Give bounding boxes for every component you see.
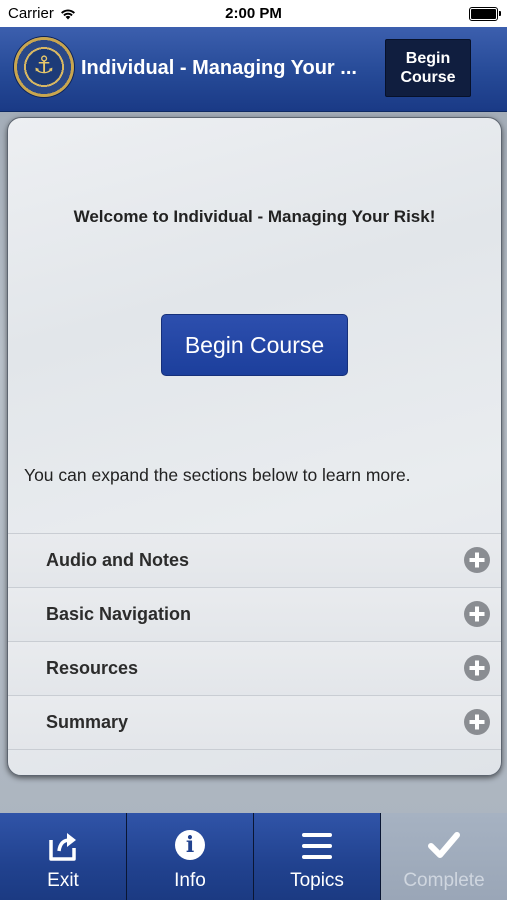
sections-accordion: Audio and Notes Basic Navigation Resourc… — [8, 533, 501, 750]
page-title: Individual - Managing Your ... — [81, 57, 357, 79]
tab-exit[interactable]: Exit — [0, 813, 127, 900]
tab-info[interactable]: i Info — [127, 813, 254, 900]
navy-seal-logo: ⚓ — [14, 37, 74, 97]
tab-complete[interactable]: Complete — [381, 813, 507, 900]
status-time: 2:00 PM — [225, 5, 282, 22]
intro-text: You can expand the sections below to lea… — [24, 465, 411, 485]
content-card: Welcome to Individual - Managing Your Ri… — [7, 117, 502, 776]
section-label: Basic Navigation — [46, 604, 192, 624]
welcome-heading: Welcome to Individual - Managing Your Ri… — [73, 207, 436, 226]
bottom-tab-bar: Exit i Info Topics Complete — [0, 813, 507, 900]
begin-course-button[interactable]: Begin Course — [161, 314, 348, 376]
expand-plus-icon[interactable] — [464, 547, 490, 573]
info-icon: i — [175, 830, 205, 860]
tab-label: Topics — [290, 870, 344, 891]
expand-plus-icon[interactable] — [464, 709, 490, 735]
status-bar: Carrier 2:00 PM — [0, 0, 507, 27]
section-basic-navigation[interactable]: Basic Navigation — [8, 587, 501, 641]
nav-header: ⚓ Individual - Managing Your ... Begin C… — [0, 27, 507, 112]
battery-icon — [469, 7, 501, 21]
tab-label: Info — [174, 870, 206, 891]
menu-icon — [302, 833, 332, 859]
checkmark-icon — [428, 832, 460, 858]
section-resources[interactable]: Resources — [8, 641, 501, 695]
section-label: Summary — [46, 712, 129, 732]
exit-icon — [49, 833, 76, 861]
tab-topics[interactable]: Topics — [254, 813, 381, 900]
section-label: Audio and Notes — [46, 550, 189, 570]
anchor-icon: ⚓ — [33, 52, 55, 79]
section-audio-and-notes[interactable]: Audio and Notes — [8, 533, 501, 587]
expand-plus-icon[interactable] — [464, 655, 490, 681]
section-summary[interactable]: Summary — [8, 695, 501, 750]
expand-plus-icon[interactable] — [464, 601, 490, 627]
header-begin-course-button[interactable]: Begin Course — [385, 39, 471, 97]
tab-label: Complete — [403, 870, 485, 891]
section-label: Resources — [46, 658, 139, 678]
tab-label: Exit — [47, 870, 79, 891]
